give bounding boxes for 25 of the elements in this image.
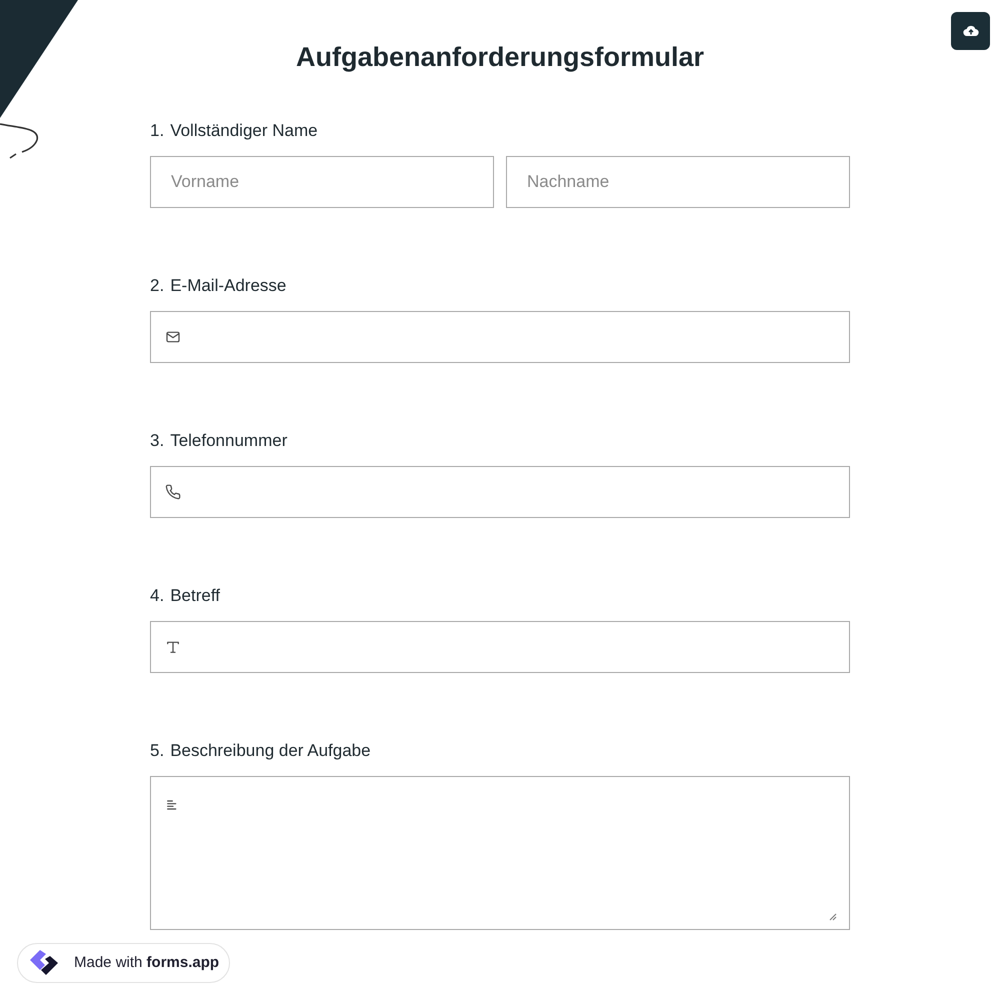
question-label: E-Mail-Adresse [170,275,286,297]
question-label: Telefonnummer [170,430,288,452]
input-field[interactable] [150,466,850,518]
phone-icon [165,484,181,500]
text-icon [165,639,181,655]
badge-text: Made with forms.app [74,952,220,973]
question-label: Beschreibung der Aufgabe [170,740,371,762]
question-number: 4. [150,585,164,607]
question-label: Vollständiger Name [170,120,318,142]
input-field[interactable] [150,311,850,363]
form-title: Aufgabenanforderungsformular [296,41,704,74]
cloud-upload-icon [962,25,978,37]
made-with-badge[interactable]: Made with forms.app [17,943,230,983]
mail-icon [165,329,181,345]
upload-button[interactable] [951,12,990,50]
question-number: 3. [150,430,164,452]
name-field[interactable]: Vorname [150,156,494,208]
question-number: 5. [150,740,164,762]
question-label: Betreff [170,585,220,607]
resize-handle-icon[interactable] [829,913,837,921]
question-number: 1. [150,120,164,142]
name-field[interactable]: Nachname [506,156,850,208]
textarea-field[interactable] [150,776,850,930]
question-number: 2. [150,275,164,297]
input-field[interactable] [150,621,850,673]
